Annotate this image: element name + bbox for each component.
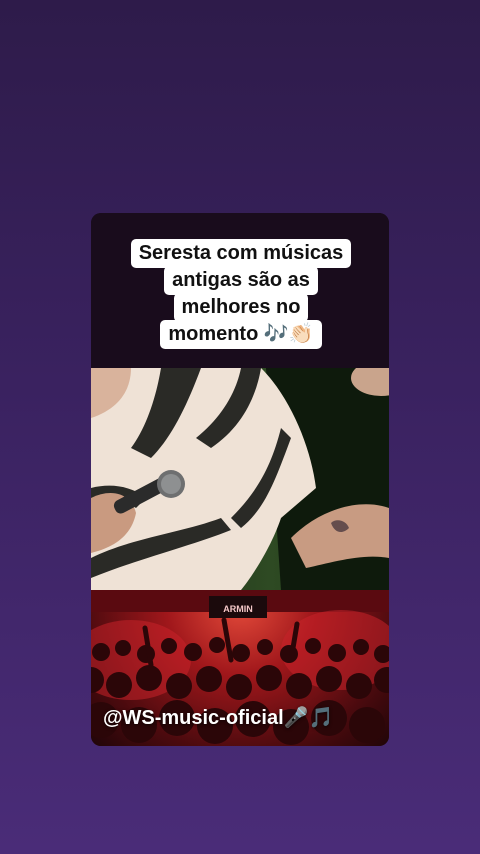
caption-text-box: Seresta com músicas antigas são as melho… — [127, 239, 355, 349]
account-watermark: @WS-music-oficial🎤🎵 — [103, 707, 334, 729]
performer-illustration — [91, 368, 389, 590]
story-video-card[interactable]: ARMIN Seresta com músicas antigas são as… — [91, 213, 389, 746]
caption-line: momento 🎶👏🏻 — [160, 320, 322, 349]
performer-photo — [91, 368, 389, 590]
caption-line: melhores no — [173, 293, 309, 322]
caption-line: Seresta com músicas — [130, 239, 352, 268]
caption-line: antigas são as — [164, 266, 318, 295]
stage-screen-text: ARMIN — [223, 604, 253, 614]
